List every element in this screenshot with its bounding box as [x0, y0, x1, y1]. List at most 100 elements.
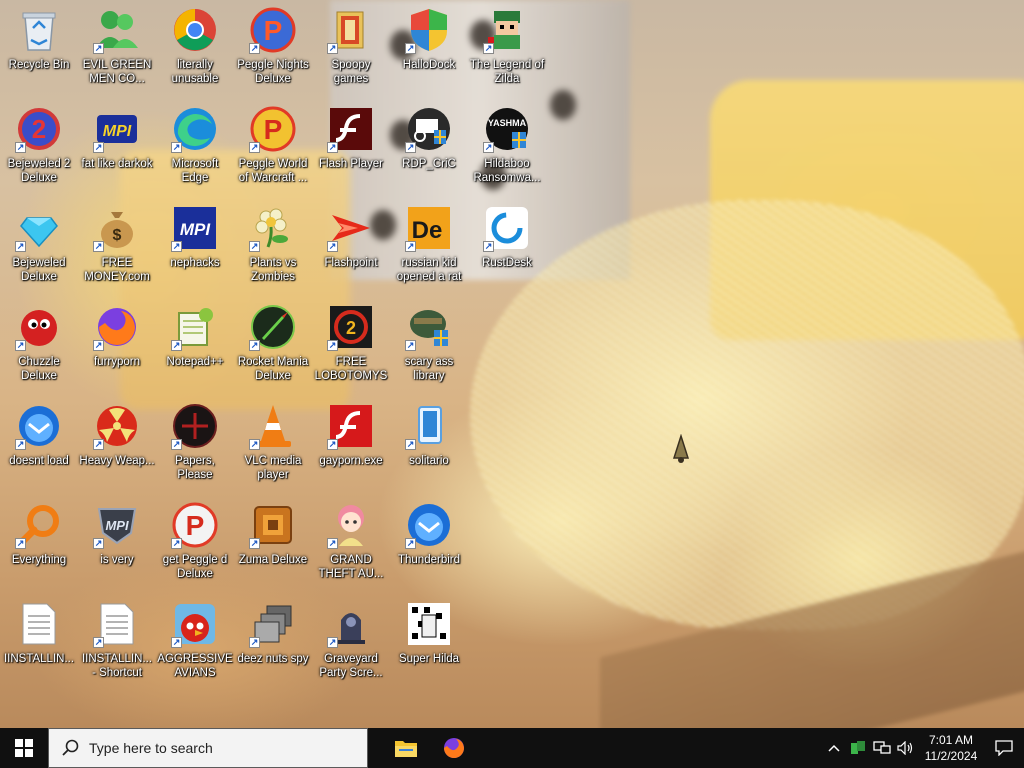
svg-text:YASHMA: YASHMA [488, 118, 527, 128]
firefox-icon [444, 738, 464, 758]
svg-text:MPI: MPI [105, 518, 129, 533]
desktop-icon-rocket-mania[interactable]: ↗ Rocket Mania Deluxe [234, 297, 312, 393]
desktop-icon-label: Chuzzle Deluxe [18, 356, 60, 382]
peggle-icon: P ↗ [249, 6, 297, 54]
desktop-icon-legend-of-zilda[interactable]: ↗ The Legend of Zilda [468, 0, 546, 96]
yashma-icon: YASHMA ↗ [483, 105, 531, 153]
desktop-icon-free-money[interactable]: $ ↗ FREE MONEY.com [78, 198, 156, 294]
desktop-icon-installer-shortcut[interactable]: ↗ IINSTALLIN... - Shortcut [78, 594, 156, 690]
peggle-icon: P ↗ [249, 105, 297, 153]
desktop-icon-solitario[interactable]: ↗ solitario [390, 396, 468, 492]
taskbar-search-box[interactable]: Type here to search [48, 728, 368, 768]
desktop-icon-zuma-deluxe[interactable]: ↗ Zuma Deluxe [234, 495, 312, 591]
shortcut-arrow-icon: ↗ [15, 142, 26, 153]
desktop-icon-label: Graveyard Party Scre... [319, 653, 383, 679]
desktop-icon-gayporn-exe[interactable]: ↗ gayporn.exe [312, 396, 390, 492]
desktop-icon-fat-like-darkok[interactable]: MPI ↗ fat like darkok [78, 99, 156, 195]
shortcut-arrow-icon: ↗ [327, 340, 338, 351]
shortcut-arrow-icon: ↗ [93, 439, 104, 450]
desktop-icon-peggle-nights[interactable]: P ↗ Peggle Nights Deluxe [234, 0, 312, 96]
clock-time: 7:01 AM [928, 733, 974, 747]
desktop-icon-bejeweled-2[interactable]: 2 ↗ Bejeweled 2 Deluxe [0, 99, 78, 195]
desktop-icon-everything[interactable]: ↗ Everything [0, 495, 78, 591]
desktop-icon-nephacks[interactable]: MPI ↗ nephacks [156, 198, 234, 294]
desktop-icon-hallodock[interactable]: ↗ HalloDock [390, 0, 468, 96]
desktop-icon-free-lobotomys[interactable]: 2 ↗ FREE LOBOTOMYS [312, 297, 390, 393]
shortcut-arrow-icon: ↗ [93, 241, 104, 252]
desktop-icon-spoopy-games[interactable]: ↗ Spoopy games [312, 0, 390, 96]
text-file-icon: ↗ [93, 600, 141, 648]
desktop-icon-chuzzle[interactable]: ↗ Chuzzle Deluxe [0, 297, 78, 393]
desktop-icon-hildaboo-ransomware[interactable]: YASHMA ↗ Hildaboo Ransomwa... [468, 99, 546, 195]
desktop-icon-label: Rocket Mania Deluxe [237, 356, 309, 382]
recycle-bin-icon [15, 6, 63, 54]
desktop-icon-aggressive-avians[interactable]: ↗ AGGRESSIVE AVIANS [156, 594, 234, 690]
shortcut-arrow-icon: ↗ [93, 43, 104, 54]
thunderbird-icon: ↗ [15, 402, 63, 450]
show-hidden-icons-button[interactable] [822, 728, 846, 768]
desktop-icon-papers-please[interactable]: ↗ Papers, Please [156, 396, 234, 492]
desktop-icon-flashpoint[interactable]: ↗ Flashpoint [312, 198, 390, 294]
desktop-icon-vlc[interactable]: ↗ VLC media player [234, 396, 312, 492]
desktop-icon-label: AGGRESSIVE AVIANS [157, 653, 233, 679]
shortcut-arrow-icon: ↗ [93, 538, 104, 549]
shortcut-arrow-icon: ↗ [405, 340, 416, 351]
taskbar-firefox[interactable] [430, 728, 478, 768]
desktop-icon-label: fat like darkok [81, 158, 153, 170]
shortcut-arrow-icon: ↗ [15, 538, 26, 549]
desktop-icon-bejeweled[interactable]: ↗ Bejeweled Deluxe [0, 198, 78, 294]
desktop-icon-thunderbird[interactable]: ↗ Thunderbird [390, 495, 468, 591]
desktop-icon-label: The Legend of Zilda [469, 59, 545, 85]
desktop-icon-evil-green-men[interactable]: ↗ EVIL GREEN MEN CO... [78, 0, 156, 96]
tray-app-button[interactable] [846, 728, 870, 768]
desktop-icon-peggle-world-of-warcraft[interactable]: P ↗ Peggle World of Warcraft ... [234, 99, 312, 195]
shortcut-arrow-icon: ↗ [405, 439, 416, 450]
network-button[interactable] [870, 728, 894, 768]
chrome-icon [171, 6, 219, 54]
desktop-icon-deez-nuts-spy[interactable]: ↗ deez nuts spy [234, 594, 312, 690]
shortcut-arrow-icon: ↗ [405, 241, 416, 252]
desktop-icon-label: Flashpoint [324, 257, 378, 269]
desktop-icon-plants-vs-zombies[interactable]: ↗ Plants vs Zombies [234, 198, 312, 294]
desktop-icon-label: Recycle Bin [8, 59, 70, 71]
desktop-icon-label: GRAND THEFT AU... [318, 554, 384, 580]
shortcut-arrow-icon: ↗ [327, 538, 338, 549]
desktop-icon-notepad-plus-plus[interactable]: ↗ Notepad++ [156, 297, 234, 393]
desktop-icon-is-very[interactable]: MPI ↗ is very [78, 495, 156, 591]
shortcut-arrow-icon: ↗ [327, 241, 338, 252]
clock-button[interactable]: 7:01 AM 11/2/2024 [918, 728, 984, 768]
shortcut-arrow-icon: ↗ [249, 241, 260, 252]
rustdesk-icon: ↗ [483, 204, 531, 252]
folder-books-icon: ↗ [327, 6, 375, 54]
desktop-icon-label: Thunderbird [397, 554, 460, 566]
desktop-icon-furryporn[interactable]: ↗ furryporn [78, 297, 156, 393]
desktop-icon-installer[interactable]: IINSTALLIN... [0, 594, 78, 690]
desktop-icon-microsoft-edge[interactable]: ↗ Microsoft Edge [156, 99, 234, 195]
desktop-icon-literally-unusable[interactable]: literally unusable [156, 0, 234, 96]
network-icon [873, 741, 891, 754]
diamond-icon: ↗ [15, 204, 63, 252]
desktop-icon-doesnt-load[interactable]: ↗ doesnt load [0, 396, 78, 492]
desktop-icon-rdp-cric[interactable]: ↗ RDP_CriC [390, 99, 468, 195]
desktop-icon-label: Plants vs Zombies [249, 257, 297, 283]
shortcut-arrow-icon: ↗ [171, 142, 182, 153]
papers-please-icon: ↗ [171, 402, 219, 450]
start-button[interactable] [0, 728, 48, 768]
desktop-icon-russian-kid[interactable]: De ↗ russian kid opened a rat [390, 198, 468, 294]
desktop-icon-graveyard-party[interactable]: ↗ Graveyard Party Scre... [312, 594, 390, 690]
desktop-icon-rustdesk[interactable]: ↗ RustDesk [468, 198, 546, 294]
desktop-icon-label: EVIL GREEN MEN CO... [82, 59, 152, 85]
desktop-icon-label: RustDesk [482, 257, 532, 269]
desktop-icon-get-peggle[interactable]: P ↗ get Peggle d Deluxe [156, 495, 234, 591]
taskbar-file-explorer[interactable] [382, 728, 430, 768]
desktop-icon-label: Spoopy games [331, 59, 371, 85]
desktop-icon-recycle-bin[interactable]: Recycle Bin [0, 0, 78, 96]
volume-button[interactable] [894, 728, 918, 768]
desktop-icon-heavy-weapon[interactable]: ↗ Heavy Weap... [78, 396, 156, 492]
desktop-icon-scary-ass-library[interactable]: ↗ scary ass library [390, 297, 468, 393]
action-center-button[interactable] [984, 728, 1024, 768]
desktop-icon-flash-player[interactable]: ↗ Flash Player [312, 99, 390, 195]
svg-text:MPI: MPI [180, 220, 212, 239]
desktop-icon-grand-theft-auto[interactable]: ↗ GRAND THEFT AU... [312, 495, 390, 591]
desktop-icon-super-hilda[interactable]: Super Hilda [390, 594, 468, 690]
